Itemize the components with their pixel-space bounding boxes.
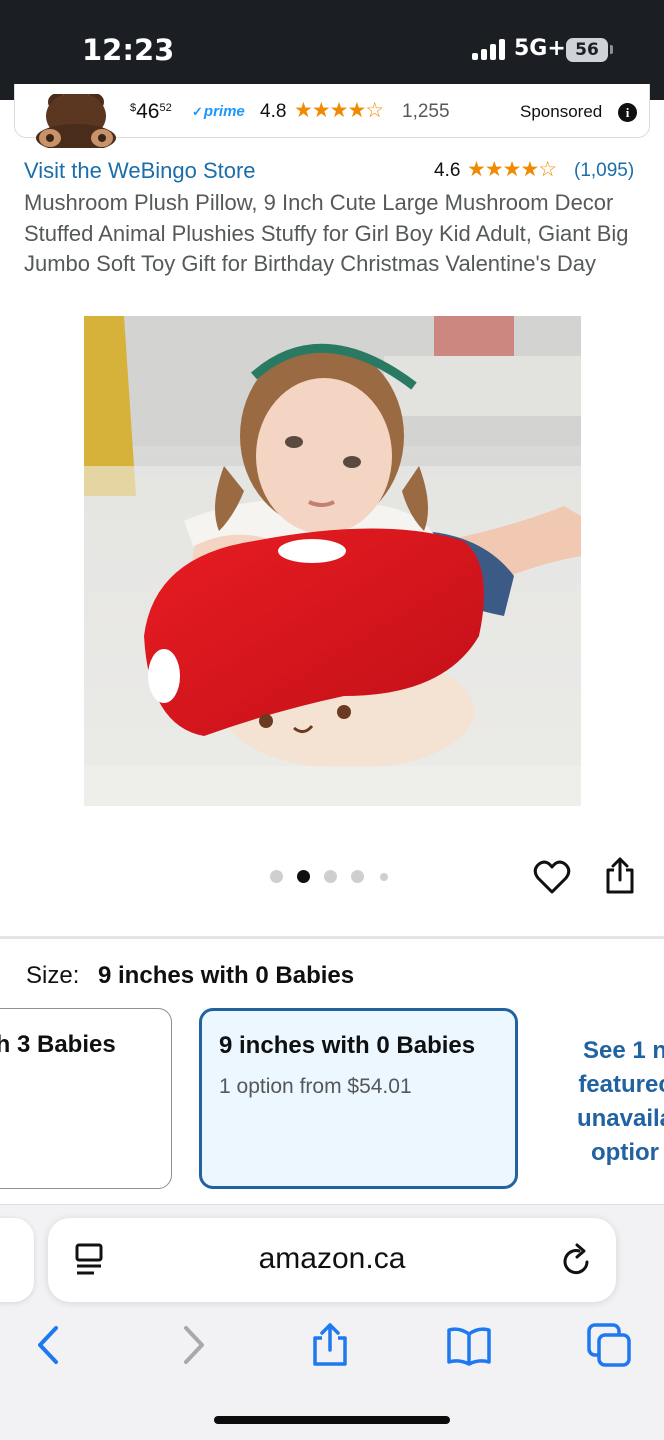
- carousel-dot-active[interactable]: [297, 870, 310, 883]
- product-star-rating[interactable]: ★★★★☆: [467, 157, 557, 182]
- back-icon[interactable]: [26, 1322, 72, 1368]
- product-review-count[interactable]: (1,095): [574, 160, 634, 182]
- ad-review-count: 1,255: [402, 101, 450, 122]
- size-label: Size:: [26, 962, 80, 989]
- size-option-title: ith 3 Babies: [0, 1031, 116, 1058]
- size-option-price: 1 option from $54.01: [219, 1075, 412, 1098]
- reload-icon[interactable]: [560, 1242, 594, 1278]
- size-option-card-selected[interactable]: 9 inches with 0 Babies 1 option from $54…: [199, 1008, 518, 1189]
- network-type: 5G+: [514, 36, 566, 61]
- prime-badge: prime: [192, 103, 245, 120]
- signal-icon: [472, 38, 506, 60]
- teddy-bear-thumbnail[interactable]: [34, 94, 118, 148]
- sponsored-label[interactable]: Sponsored: [520, 102, 602, 122]
- size-selected-value: 9 inches with 0 Babies: [98, 962, 355, 989]
- carousel-dot[interactable]: [351, 870, 364, 883]
- see-more-options-link[interactable]: See 1 n featurec unavaila optior: [560, 1034, 664, 1170]
- previous-tab-peek[interactable]: [0, 1218, 34, 1302]
- size-option-title: 9 inches with 0 Babies: [219, 1032, 476, 1059]
- battery-cap: [610, 45, 613, 54]
- carousel-dot[interactable]: [324, 870, 337, 883]
- store-link[interactable]: Visit the WeBingo Store: [24, 158, 256, 184]
- heart-icon[interactable]: [533, 858, 571, 896]
- status-time: 12:23: [82, 33, 175, 67]
- product-title: Mushroom Plush Pillow, 9 Inch Cute Large…: [24, 190, 629, 277]
- share-icon[interactable]: [604, 856, 636, 896]
- reader-icon[interactable]: [72, 1242, 106, 1278]
- ad-rating: 4.8: [260, 101, 287, 122]
- battery-icon: 56: [566, 38, 608, 62]
- ad-price: $4652: [130, 100, 172, 123]
- product-rating[interactable]: 4.6: [434, 160, 460, 182]
- carousel-dot[interactable]: [380, 873, 388, 881]
- home-indicator: [214, 1416, 450, 1424]
- info-icon[interactable]: i: [618, 103, 637, 122]
- forward-icon[interactable]: [170, 1322, 216, 1368]
- carousel-dot[interactable]: [270, 870, 283, 883]
- ad-star-rating: ★★★★☆: [294, 99, 384, 122]
- section-divider: [0, 936, 664, 939]
- share-icon-toolbar[interactable]: [307, 1322, 353, 1368]
- product-image[interactable]: [84, 316, 581, 806]
- tabs-icon[interactable]: [586, 1322, 632, 1368]
- url-text[interactable]: amazon.ca: [140, 1242, 524, 1276]
- bookmarks-icon[interactable]: [446, 1322, 492, 1368]
- size-option-card[interactable]: ith 3 Babies: [0, 1008, 172, 1189]
